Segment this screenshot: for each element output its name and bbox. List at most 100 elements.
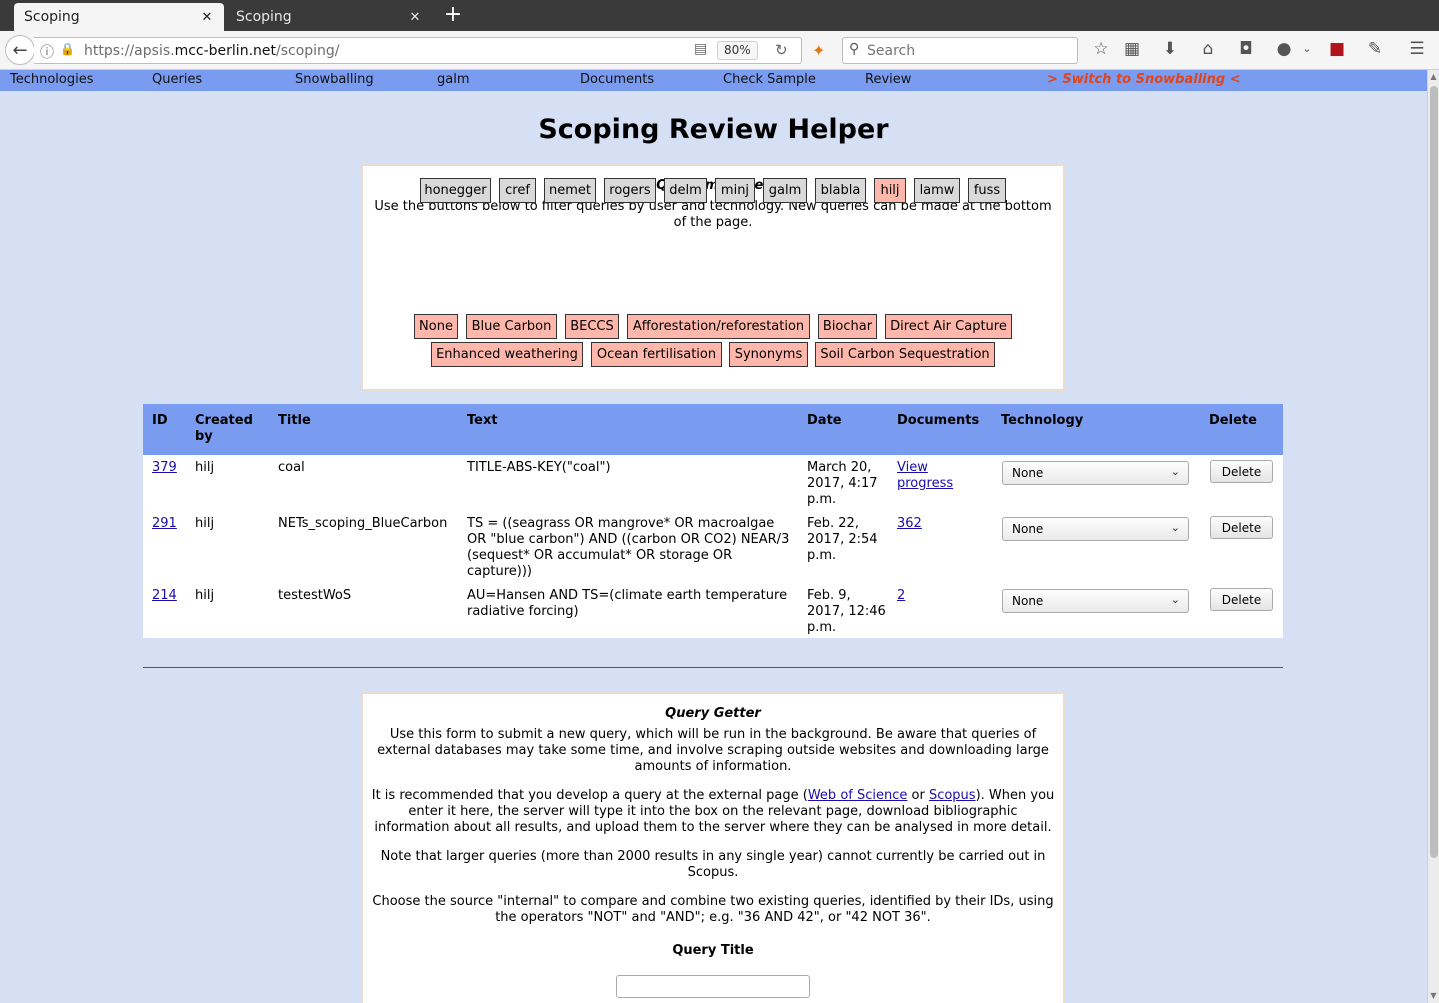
scroll-down-arrow-icon[interactable]: ▼ — [1428, 989, 1439, 1003]
hamburger-menu-icon[interactable]: ☰ — [1406, 39, 1428, 59]
user-filter-fuss[interactable]: fuss — [968, 178, 1006, 203]
row-date: Feb. 22, 2017, 2:54 p.m. — [807, 516, 878, 563]
row-documents-link[interactable]: 2 — [897, 588, 905, 604]
zoom-level-badge[interactable]: 80% — [717, 41, 758, 60]
chevron-down-icon[interactable]: ⌄ — [1296, 42, 1318, 55]
tab-title: Scoping — [236, 9, 292, 25]
header-technology: Technology — [1001, 413, 1084, 428]
row-text: AU=Hansen AND TS=(climate earth temperat… — [467, 588, 788, 619]
user-filter-nemet[interactable]: nemet — [544, 178, 596, 203]
delete-button[interactable]: Delete — [1210, 588, 1273, 611]
extension-bird-icon[interactable]: ✦ — [812, 41, 825, 60]
user-filter-rogers[interactable]: rogers — [604, 178, 656, 203]
user-filter-honegger[interactable]: honegger — [420, 178, 491, 203]
tech-filter-ocean-fertilisation[interactable]: Ocean fertilisation — [591, 342, 722, 367]
row-documents-link[interactable]: 362 — [897, 516, 922, 532]
download-icon[interactable]: ⬇ — [1159, 39, 1181, 59]
row-id-link[interactable]: 214 — [152, 588, 177, 604]
scroll-up-arrow-icon[interactable]: ▲ — [1428, 70, 1439, 84]
row-id-link[interactable]: 291 — [152, 516, 177, 532]
url-bar[interactable]: ⓘ 🔒 https://apsis.mcc-berlin.net/scoping… — [34, 37, 802, 64]
back-arrow-icon[interactable]: ← — [5, 35, 35, 65]
bookmark-star-icon[interactable]: ☆ — [1090, 39, 1112, 59]
technology-select[interactable]: None ⌄ — [1002, 517, 1189, 541]
user-filter-blabla[interactable]: blabla — [815, 178, 866, 203]
tech-filter-direct-air-capture[interactable]: Direct Air Capture — [885, 314, 1012, 339]
adblock-icon[interactable]: ● — [1273, 39, 1295, 59]
row-created-by: hilj — [195, 516, 215, 531]
scrollbar-thumb[interactable] — [1430, 86, 1438, 858]
tech-filter-soil-carbon[interactable]: Soil Carbon Sequestration — [815, 342, 995, 367]
new-tab-plus-icon[interactable]: + — [440, 3, 466, 29]
menu-queries[interactable]: Queries — [152, 72, 202, 87]
tech-filter-afforestation[interactable]: Afforestation/reforestation — [627, 314, 810, 339]
user-filter-lamw[interactable]: lamw — [914, 178, 960, 203]
url-text[interactable]: https://apsis.mcc-berlin.net/scoping/ — [84, 43, 340, 59]
page-scrollbar[interactable]: ▲ ▼ — [1427, 70, 1439, 1003]
chevron-down-icon: ⌄ — [1170, 593, 1180, 606]
menu-check-sample[interactable]: Check Sample — [723, 72, 816, 87]
url-path: /scoping/ — [276, 43, 340, 59]
user-filter-galm[interactable]: galm — [763, 178, 807, 203]
url-prefix: https://apsis. — [84, 43, 175, 59]
user-filter-delm[interactable]: delm — [664, 178, 707, 203]
tech-filter-none[interactable]: None — [414, 314, 458, 339]
pocket-icon[interactable]: ◘ — [1235, 39, 1257, 59]
search-input[interactable] — [865, 40, 1065, 61]
recommendation-text: It is recommended that you develop a que… — [371, 788, 808, 803]
select-value: None — [1012, 522, 1044, 536]
delete-button[interactable]: Delete — [1210, 516, 1273, 539]
url-domain: mcc-berlin.net — [174, 43, 276, 59]
close-icon[interactable]: ✕ — [200, 10, 214, 25]
chevron-down-icon: ⌄ — [1170, 521, 1180, 534]
home-icon[interactable]: ⌂ — [1197, 39, 1219, 59]
scopus-link[interactable]: Scopus — [929, 788, 976, 803]
row-date: Feb. 9, 2017, 12:46 p.m. — [807, 588, 886, 635]
web-of-science-link[interactable]: Web of Science — [808, 788, 908, 803]
technology-select[interactable]: None ⌄ — [1002, 589, 1189, 613]
switch-to-snowballing-link[interactable]: > Switch to Snowballing < — [1047, 72, 1241, 87]
query-title-input[interactable] — [616, 975, 810, 998]
reader-view-icon[interactable]: ▤ — [694, 41, 707, 57]
query-getter-panel: Query Getter Use this form to submit a n… — [361, 692, 1065, 1003]
search-bar[interactable]: ⚲ — [842, 37, 1078, 64]
header-text: Text — [467, 413, 498, 428]
browser-navbar: ← ⓘ 🔒 https://apsis.mcc-berlin.net/scopi… — [0, 31, 1439, 70]
query-title-label: Query Title — [672, 943, 754, 958]
extension-red-icon[interactable]: ■ — [1326, 39, 1348, 59]
pen-tool-icon[interactable]: ✎ — [1364, 39, 1386, 59]
reading-list-icon[interactable]: ▦ — [1121, 39, 1143, 59]
menu-technologies[interactable]: Technologies — [10, 72, 94, 87]
tech-filter-blue-carbon[interactable]: Blue Carbon — [466, 314, 557, 339]
header-documents: Documents — [897, 413, 980, 428]
menu-documents[interactable]: Documents — [580, 72, 654, 87]
browser-tab-active[interactable]: Scoping ✕ — [14, 3, 224, 31]
user-filter-minj[interactable]: minj — [715, 178, 755, 203]
tech-filter-enhanced-weathering[interactable]: Enhanced weathering — [431, 342, 583, 367]
row-date: March 20, 2017, 4:17 p.m. — [807, 460, 878, 507]
user-filter-cref[interactable]: cref — [499, 178, 536, 203]
tech-filter-beccs[interactable]: BECCS — [565, 314, 619, 339]
info-icon[interactable]: ⓘ — [40, 42, 54, 62]
reload-icon[interactable]: ↻ — [775, 41, 788, 59]
lock-icon[interactable]: 🔒 — [60, 42, 75, 56]
row-documents-link[interactable]: View progress — [897, 460, 967, 492]
row-text: TS = ((seagrass OR mangrove* OR macroalg… — [467, 516, 790, 579]
header-id: ID — [152, 413, 168, 428]
browser-tab[interactable]: Scoping ✕ — [226, 3, 432, 31]
tech-filter-synonyms[interactable]: Synonyms — [729, 342, 808, 367]
row-text: TITLE-ABS-KEY("coal") — [467, 460, 611, 475]
menu-snowballing[interactable]: Snowballing — [295, 72, 374, 87]
delete-button[interactable]: Delete — [1210, 460, 1273, 483]
select-value: None — [1012, 594, 1044, 608]
select-value: None — [1012, 466, 1044, 480]
menu-galm[interactable]: galm — [437, 72, 470, 87]
close-icon[interactable]: ✕ — [408, 10, 422, 25]
menu-review[interactable]: Review — [865, 72, 911, 87]
tab-title: Scoping — [24, 9, 80, 25]
header-delete: Delete — [1209, 413, 1257, 428]
row-id-link[interactable]: 379 — [152, 460, 177, 476]
technology-select[interactable]: None ⌄ — [1002, 461, 1189, 485]
user-filter-hilj[interactable]: hilj — [874, 178, 906, 203]
tech-filter-biochar[interactable]: Biochar — [818, 314, 877, 339]
